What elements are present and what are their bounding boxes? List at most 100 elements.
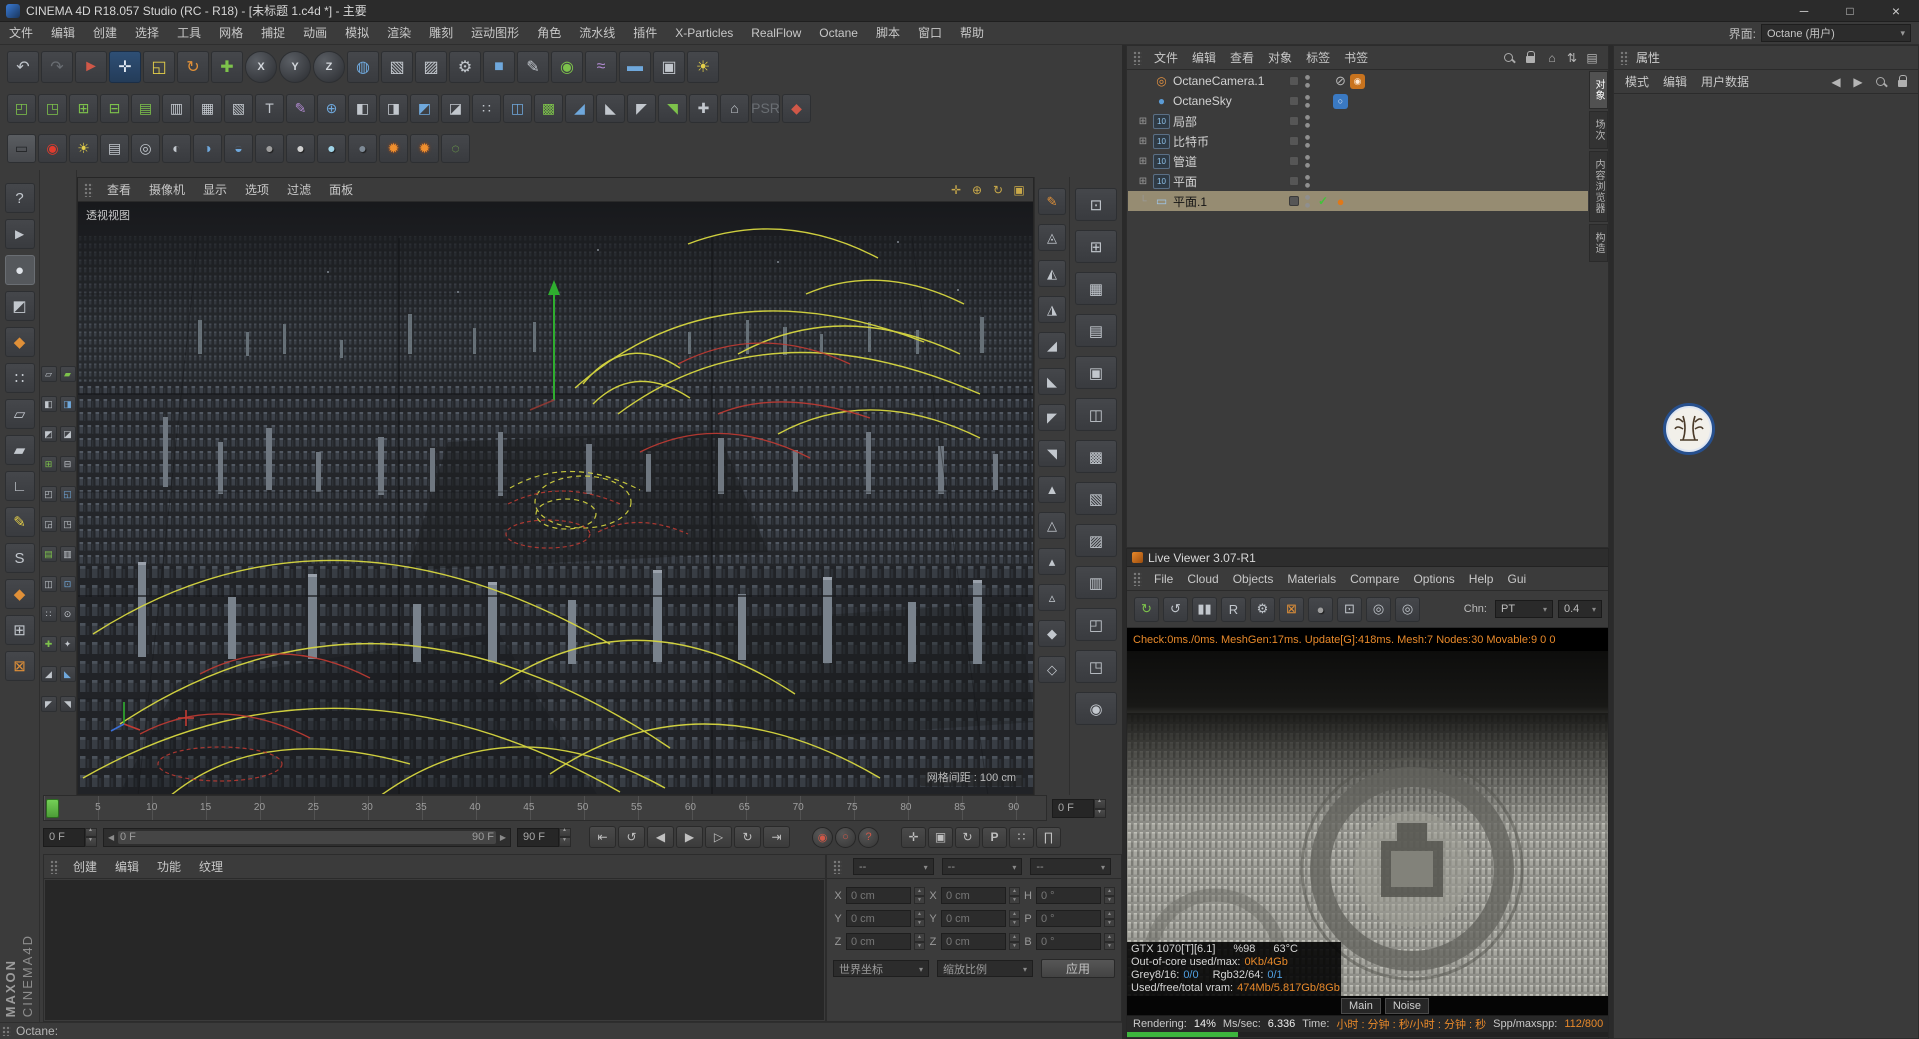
snap-tool-icon[interactable]: ◳ — [1075, 650, 1117, 683]
object-name[interactable]: 平面 — [1173, 173, 1285, 190]
octane-glossy-material-button[interactable]: ● — [286, 134, 315, 163]
modeling-tool-icon[interactable]: ◧ — [41, 396, 57, 412]
tool-icon[interactable]: ◧ — [348, 94, 377, 123]
search-icon[interactable] — [1500, 50, 1516, 66]
lock-resolution-button[interactable]: ⊠ — [1279, 597, 1304, 622]
manager-tab[interactable]: 对象 — [1589, 71, 1608, 109]
stepper[interactable] — [914, 933, 925, 950]
focus-picker-button[interactable]: ◎ — [1366, 597, 1391, 622]
modeling-tool-icon[interactable]: ▥ — [60, 546, 76, 562]
modeling-tool-icon[interactable]: ✦ — [60, 636, 76, 652]
y-axis-lock-icon[interactable]: Y — [279, 51, 311, 83]
menu-item[interactable]: 文件 — [1147, 47, 1185, 69]
expand-toggle[interactable]: ⊞ — [1136, 176, 1150, 187]
material-list-area[interactable] — [45, 880, 824, 1020]
sculpt-tool-icon[interactable]: ▲ — [1038, 476, 1066, 503]
sculpt-tool-icon[interactable]: ◭ — [1038, 260, 1066, 287]
deformer-icon[interactable]: ≈ — [585, 51, 617, 83]
minimize-button[interactable]: ─ — [1781, 0, 1827, 21]
snap-tool-icon[interactable]: ▧ — [1075, 482, 1117, 515]
modeling-tool-icon[interactable]: ▱ — [41, 366, 57, 382]
visibility-dots[interactable] — [1303, 132, 1312, 150]
zoom-view-icon[interactable]: ⊕ — [968, 181, 986, 199]
plugin-icon[interactable]: ◆ — [782, 94, 811, 123]
menu-item[interactable]: 用户数据 — [1694, 71, 1756, 93]
tool-icon[interactable]: ▧ — [224, 94, 253, 123]
manager-tab[interactable]: 场次 — [1589, 111, 1608, 149]
menu-item[interactable]: 选项 — [236, 179, 278, 201]
menu-item[interactable]: 书签 — [1337, 47, 1375, 69]
enable-toggle[interactable] — [1289, 176, 1299, 186]
record-keyframe-button[interactable]: ◉ — [812, 827, 833, 848]
modeling-tool-icon[interactable]: ▰ — [60, 366, 76, 382]
next-frame-button[interactable]: ▷ — [705, 826, 732, 848]
lock-workplane-icon[interactable]: ⊠ — [5, 651, 35, 681]
stepper[interactable] — [1009, 933, 1020, 950]
modeling-tool-icon[interactable]: ◪ — [60, 426, 76, 442]
make-editable-icon[interactable]: ◆ — [5, 327, 35, 357]
record-scale-toggle[interactable]: ▣ — [928, 827, 953, 848]
interface-dropdown[interactable]: Octane (用户) ▾ — [1761, 24, 1911, 42]
menu-item[interactable]: 动画 — [294, 22, 336, 44]
expand-toggle[interactable]: └ — [1136, 196, 1150, 207]
size-input[interactable]: 0 cm — [941, 887, 1006, 904]
start-render-button[interactable]: ↻ — [1134, 597, 1159, 622]
move-tool-icon[interactable]: ✛ — [109, 51, 141, 83]
menu-item[interactable]: Compare — [1343, 568, 1406, 590]
octane-specular-material-button[interactable]: ● — [317, 134, 346, 163]
menu-item[interactable]: Help — [1462, 568, 1501, 590]
menu-item[interactable]: 显示 — [194, 179, 236, 201]
visibility-dots[interactable] — [1303, 152, 1312, 170]
tool-icon[interactable]: ◥ — [658, 94, 687, 123]
coordinate-header-dropdown[interactable]: -- — [942, 858, 1023, 875]
tool-icon[interactable]: ◪ — [441, 94, 470, 123]
octane-emitter-button[interactable]: ✹ — [379, 134, 408, 163]
tool-icon[interactable]: T — [255, 94, 284, 123]
menu-item[interactable]: 帮助 — [951, 22, 993, 44]
enable-toggle[interactable] — [1289, 136, 1299, 146]
stepper[interactable] — [914, 887, 925, 904]
workplane-icon[interactable]: ✎ — [5, 507, 35, 537]
snap-tool-icon[interactable]: ▥ — [1075, 566, 1117, 599]
view-label[interactable]: 透视视图 — [86, 207, 130, 223]
frame-range-slider[interactable]: 0 F 90 F — [103, 828, 511, 847]
object-row[interactable]: ⊞ 比特币 — [1128, 131, 1588, 151]
psr-icon[interactable]: PSR — [751, 94, 780, 123]
render-picture-viewer-icon[interactable]: ▨ — [415, 51, 447, 83]
position-input[interactable]: 0 cm — [846, 933, 911, 950]
menu-item[interactable]: 过滤 — [278, 179, 320, 201]
visibility-dots[interactable] — [1303, 172, 1312, 190]
stepper-arrows[interactable] — [559, 828, 571, 847]
visibility-dots[interactable] — [1303, 92, 1312, 110]
snap-tool-icon[interactable]: ⊡ — [1075, 188, 1117, 221]
rotation-input[interactable]: 0 ° — [1036, 887, 1101, 904]
menu-item[interactable]: File — [1147, 568, 1180, 590]
menu-item[interactable]: Gui — [1500, 568, 1533, 590]
object-name[interactable]: 平面.1 — [1173, 193, 1285, 210]
record-parameter-toggle[interactable]: P — [982, 827, 1007, 848]
size-input[interactable]: 0 cm — [941, 910, 1006, 927]
object-row[interactable]: ⊞ 平面 — [1128, 171, 1588, 191]
render-tab[interactable]: Noise — [1385, 998, 1429, 1014]
object-row[interactable]: ⊞ 管道 — [1128, 151, 1588, 171]
stepper[interactable] — [1104, 887, 1115, 904]
menu-item[interactable]: 文件 — [0, 22, 42, 44]
back-icon[interactable]: ◀ — [1828, 74, 1844, 90]
visibility-dots[interactable] — [1303, 112, 1312, 130]
record-position-toggle[interactable]: ✛ — [901, 827, 926, 848]
tool-icon[interactable]: ◳ — [38, 94, 67, 123]
kernel-settings-button[interactable]: ⚙ — [1250, 597, 1275, 622]
sculpt-tool-icon[interactable]: ◬ — [1038, 224, 1066, 251]
sculpt-tool-icon[interactable]: ◇ — [1038, 656, 1066, 683]
menu-item[interactable]: 角色 — [528, 22, 570, 44]
menu-item[interactable]: 摄像机 — [140, 179, 194, 201]
expand-toggle[interactable]: ⊞ — [1136, 156, 1150, 167]
expand-toggle[interactable]: ⊞ — [1136, 136, 1150, 147]
stepper[interactable] — [1104, 933, 1115, 950]
visibility-dots[interactable] — [1303, 72, 1312, 90]
modeling-tool-icon[interactable]: ◲ — [41, 516, 57, 532]
menu-item[interactable]: Objects — [1226, 568, 1281, 590]
menu-item[interactable]: 雕刻 — [420, 22, 462, 44]
redo-icon[interactable]: ↷ — [41, 51, 73, 83]
sculpt-tool-icon[interactable]: ▵ — [1038, 584, 1066, 611]
